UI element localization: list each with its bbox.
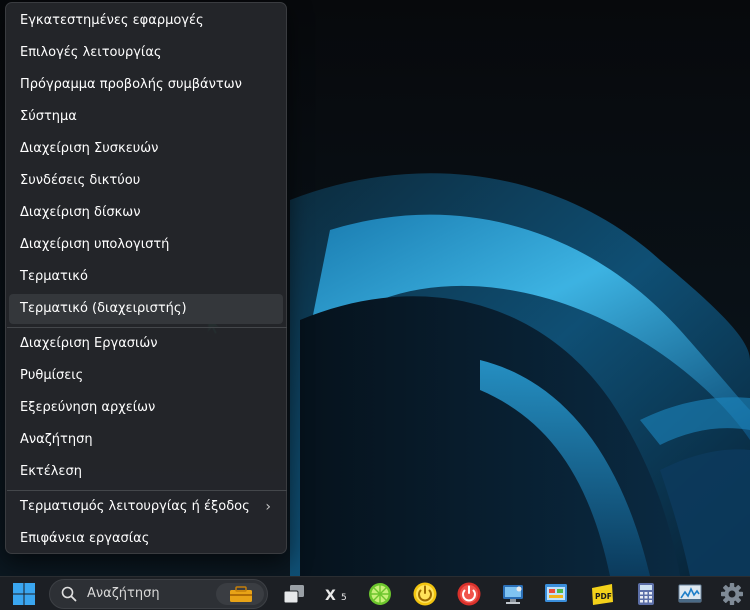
menu-item-power-options[interactable]: Επιλογές λειτουργίας [9, 38, 283, 68]
menu-item-label: Διαχείριση Εργασιών [20, 336, 158, 351]
lime-app-icon[interactable] [366, 580, 394, 608]
menu-item-label: Συνδέσεις δικτύου [20, 173, 141, 188]
desktop: Εγκατεστημένες εφαρμογές Επιλογές λειτου… [0, 0, 750, 610]
winx-context-menu: Εγκατεστημένες εφαρμογές Επιλογές λειτου… [5, 2, 287, 554]
search-icon [61, 586, 77, 602]
menu-item-computer-management[interactable]: Διαχείριση υπολογιστή [9, 230, 283, 260]
taskbar-search-box[interactable]: Αναζήτηση [49, 579, 268, 609]
power-red-icon[interactable] [455, 580, 483, 608]
computer-app-icon[interactable] [499, 580, 527, 608]
briefcase-icon[interactable] [216, 583, 264, 605]
x5-sub: 5 [341, 593, 347, 603]
menu-item-shutdown-or-signout[interactable]: Τερματισμός λειτουργίας ή έξοδος › [9, 492, 283, 522]
x5-app-icon[interactable]: X 5 [323, 580, 351, 608]
pdf-app-icon[interactable]: PDF [588, 580, 616, 608]
settings-gear-icon[interactable] [718, 580, 746, 608]
menu-item-label: Διαχείριση Συσκευών [20, 141, 159, 156]
menu-item-label: Τερματικό (διαχειριστής) [20, 301, 187, 316]
menu-item-label: Εξερεύνηση αρχείων [20, 400, 156, 415]
menu-item-terminal-admin[interactable]: Τερματικό (διαχειριστής) [9, 294, 283, 324]
menu-item-label: Επιφάνεια εργασίας [20, 531, 150, 546]
menu-item-device-manager[interactable]: Διαχείριση Συσκευών [9, 134, 283, 164]
menu-item-file-explorer[interactable]: Εξερεύνηση αρχείων [9, 393, 283, 423]
resource-monitor-icon[interactable] [676, 580, 704, 608]
menu-item-system[interactable]: Σύστημα [9, 102, 283, 132]
menu-item-label: Αναζήτηση [20, 432, 93, 447]
menu-item-run[interactable]: Εκτέλεση [9, 457, 283, 487]
menu-item-installed-apps[interactable]: Εγκατεστημένες εφαρμογές [9, 6, 283, 36]
windows-start-icon[interactable] [10, 580, 38, 608]
x5-label: X [325, 588, 336, 604]
menu-item-label: Τερματικό [20, 269, 88, 284]
search-label: Αναζήτηση [87, 586, 160, 601]
menu-separator [7, 490, 287, 491]
menu-item-label: Εκτέλεση [20, 464, 82, 479]
menu-item-settings[interactable]: Ρυθμίσεις [9, 361, 283, 391]
menu-item-label: Διαχείριση δίσκων [20, 205, 141, 220]
taskbar: Αναζήτηση X 5 PDF [0, 576, 750, 610]
menu-separator [7, 327, 287, 328]
menu-item-network-connections[interactable]: Συνδέσεις δικτύου [9, 166, 283, 196]
menu-item-disk-management[interactable]: Διαχείριση δίσκων [9, 198, 283, 228]
menu-item-label: Ρυθμίσεις [20, 368, 84, 383]
menu-item-task-manager[interactable]: Διαχείριση Εργασιών [9, 329, 283, 359]
control-panel-icon[interactable] [542, 580, 570, 608]
menu-item-event-viewer[interactable]: Πρόγραμμα προβολής συμβάντων [9, 70, 283, 100]
menu-item-label: Επιλογές λειτουργίας [20, 45, 162, 60]
chevron-right-icon: › [265, 499, 271, 515]
menu-item-label: Σύστημα [20, 109, 77, 124]
calculator-icon[interactable] [632, 580, 660, 608]
menu-item-desktop[interactable]: Επιφάνεια εργασίας [9, 524, 283, 554]
pdf-label: PDF [595, 592, 612, 601]
menu-item-label: Διαχείριση υπολογιστή [20, 237, 170, 252]
menu-item-label: Πρόγραμμα προβολής συμβάντων [20, 77, 242, 92]
menu-item-label: Εγκατεστημένες εφαρμογές [20, 13, 204, 28]
menu-item-terminal[interactable]: Τερματικό [9, 262, 283, 292]
power-yellow-icon[interactable] [411, 580, 439, 608]
menu-item-label: Τερματισμός λειτουργίας ή έξοδος [20, 499, 250, 514]
task-view-icon[interactable] [280, 580, 308, 608]
menu-item-search[interactable]: Αναζήτηση [9, 425, 283, 455]
